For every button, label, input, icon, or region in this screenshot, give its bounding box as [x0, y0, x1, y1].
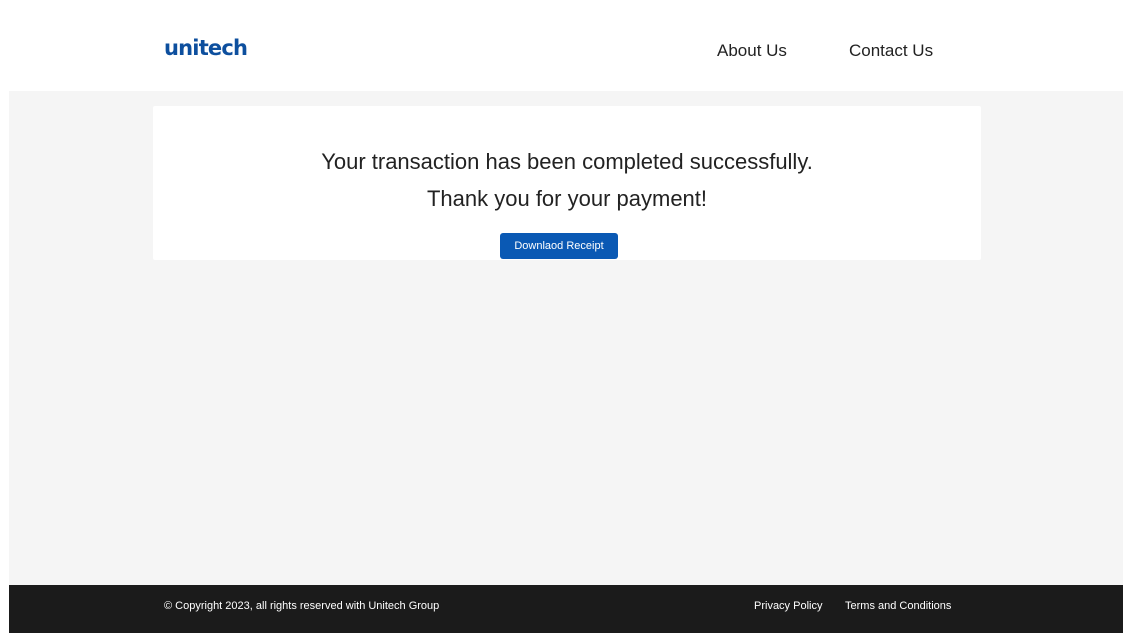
- site-logo[interactable]: unitech: [164, 38, 248, 59]
- main-content: Your transaction has been completed succ…: [9, 91, 1123, 585]
- confirmation-card: Your transaction has been completed succ…: [153, 106, 981, 260]
- page: unitech About Us Contact Us Your transac…: [0, 0, 1123, 633]
- terms-and-conditions-link[interactable]: Terms and Conditions: [845, 600, 951, 613]
- download-receipt-button[interactable]: Downlaod Receipt: [500, 233, 618, 259]
- copyright-text: © Copyright 2023, all rights reserved wi…: [164, 600, 440, 612]
- nav-contact-us-link[interactable]: Contact Us: [849, 42, 933, 59]
- site-footer: © Copyright 2023, all rights reserved wi…: [9, 585, 1123, 633]
- success-message: Your transaction has been completed succ…: [321, 149, 813, 174]
- nav-about-us-link[interactable]: About Us: [717, 42, 787, 59]
- site-header: unitech About Us Contact Us: [0, 0, 1123, 91]
- thank-you-message: Thank you for your payment!: [426, 186, 708, 211]
- privacy-policy-link[interactable]: Privacy Policy: [754, 600, 822, 613]
